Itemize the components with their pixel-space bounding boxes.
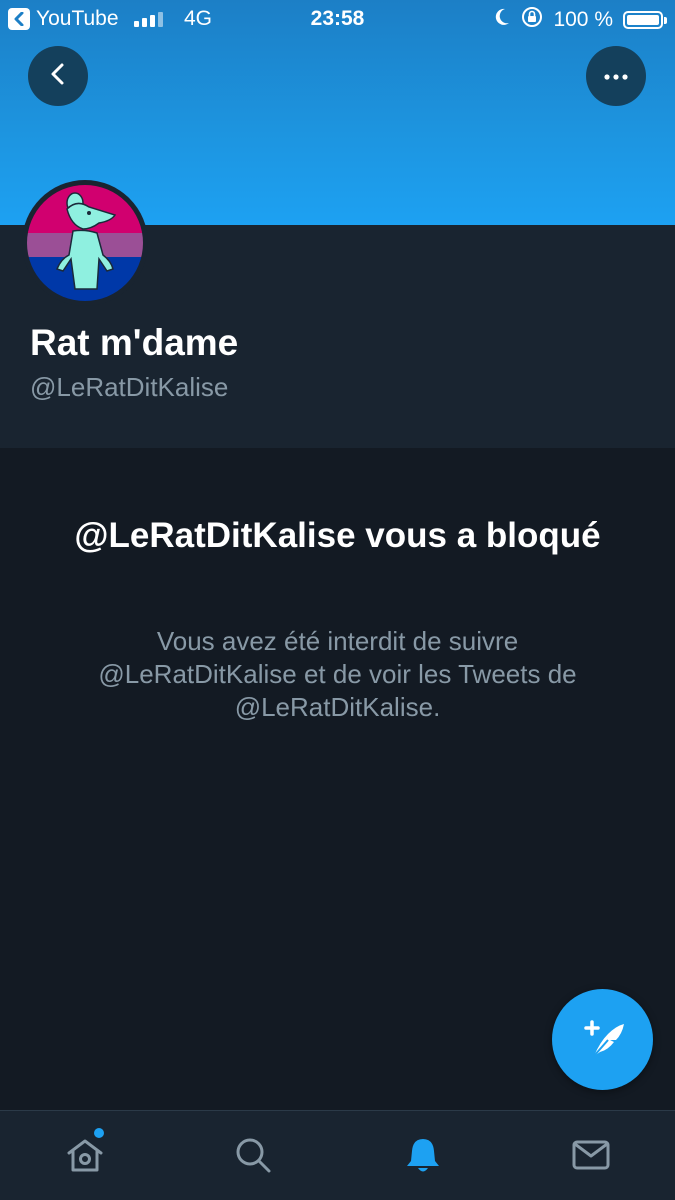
moon-icon: [493, 7, 511, 33]
bottom-tab-bar: [0, 1110, 675, 1200]
blocked-description: Vous avez été interdit de suivre @LeRatD…: [98, 626, 577, 722]
chevron-left-icon: [48, 62, 68, 91]
tab-messages[interactable]: [569, 1135, 613, 1179]
home-icon: [65, 1135, 105, 1180]
status-bar: YouTube 4G 23:58 100 %: [0, 0, 675, 38]
tab-notifications[interactable]: [401, 1135, 445, 1179]
avatar[interactable]: [22, 180, 148, 306]
compose-tweet-button[interactable]: [552, 989, 653, 1090]
more-horizontal-icon: [604, 67, 628, 85]
avatar-image: [27, 185, 143, 301]
user-handle: @LeRatDitKalise: [30, 372, 229, 402]
blocked-title: @LeRatDitKalise vous a bloqué: [74, 516, 601, 555]
profile-screen: YouTube 4G 23:58 100 % Rat m'dame @LeRat…: [0, 0, 675, 1200]
rotation-lock-icon: [521, 6, 543, 34]
back-button[interactable]: [28, 46, 88, 106]
battery-percent: 100 %: [553, 8, 613, 31]
status-right: 100 %: [493, 6, 667, 34]
compose-feather-icon: [578, 1012, 628, 1067]
more-options-button[interactable]: [586, 46, 646, 106]
tab-home[interactable]: [63, 1135, 107, 1179]
tab-search[interactable]: [231, 1135, 275, 1179]
search-icon: [233, 1135, 273, 1180]
mail-icon: [571, 1135, 611, 1180]
battery-icon: [623, 11, 667, 29]
display-name: Rat m'dame: [30, 322, 239, 363]
bell-icon: [403, 1135, 443, 1180]
home-badge-dot: [94, 1128, 104, 1138]
